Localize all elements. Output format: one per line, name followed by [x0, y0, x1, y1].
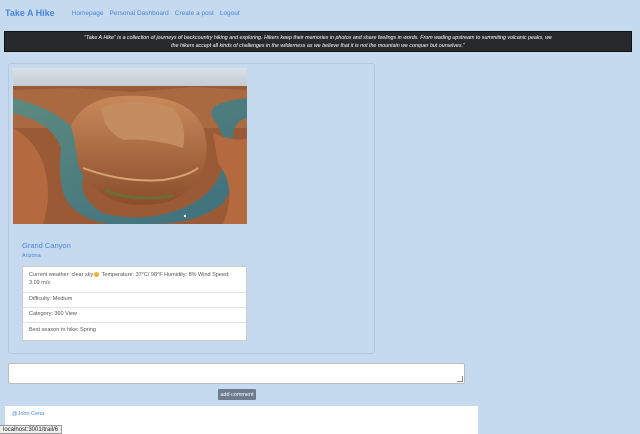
- navbar: Take A Hike Homepage Personal Dashboard …: [0, 0, 640, 26]
- category-row: Category: 360 View: [23, 308, 246, 323]
- weather-text: Current weather: clear sky Temperature: …: [29, 272, 230, 286]
- comment-card: @John Cena: [5, 406, 478, 434]
- add-comment-button[interactable]: add comment: [218, 389, 256, 400]
- tagline-line-1: "Take A Hike" is a collection of journey…: [84, 35, 552, 41]
- season-row: Best season to hike: Spring: [29, 326, 96, 333]
- sun-icon: [94, 272, 100, 278]
- weather-row: Current weather: clear sky Temperature: …: [23, 267, 246, 293]
- site-tagline-banner: "Take A Hike" is a collection of journey…: [4, 31, 632, 52]
- trail-name[interactable]: Grand Canyon: [22, 241, 71, 250]
- trail-photo: [13, 68, 247, 224]
- comment-author[interactable]: @John Cena: [12, 411, 44, 417]
- nav-logout-link[interactable]: Logout: [220, 10, 240, 17]
- difficulty-row: Difficulty: Medium: [23, 293, 246, 308]
- comment-input[interactable]: [8, 363, 465, 384]
- nav-homepage-link[interactable]: Homepage: [72, 10, 104, 17]
- status-bar-url: localhost:3001/trail/6: [0, 425, 63, 434]
- tagline-line-2: the hikers accept all kinds of challenge…: [171, 43, 465, 49]
- trail-info-list: Current weather: clear sky Temperature: …: [22, 266, 247, 341]
- trail-location[interactable]: Arizona: [22, 253, 41, 259]
- nav-create-post-link[interactable]: Create a post: [175, 10, 214, 17]
- nav-links: Homepage Personal Dashboard Create a pos…: [72, 10, 240, 17]
- nav-dashboard-link[interactable]: Personal Dashboard: [110, 10, 169, 17]
- resize-handle-icon[interactable]: [457, 376, 463, 382]
- brand-logo[interactable]: Take A Hike: [5, 8, 55, 18]
